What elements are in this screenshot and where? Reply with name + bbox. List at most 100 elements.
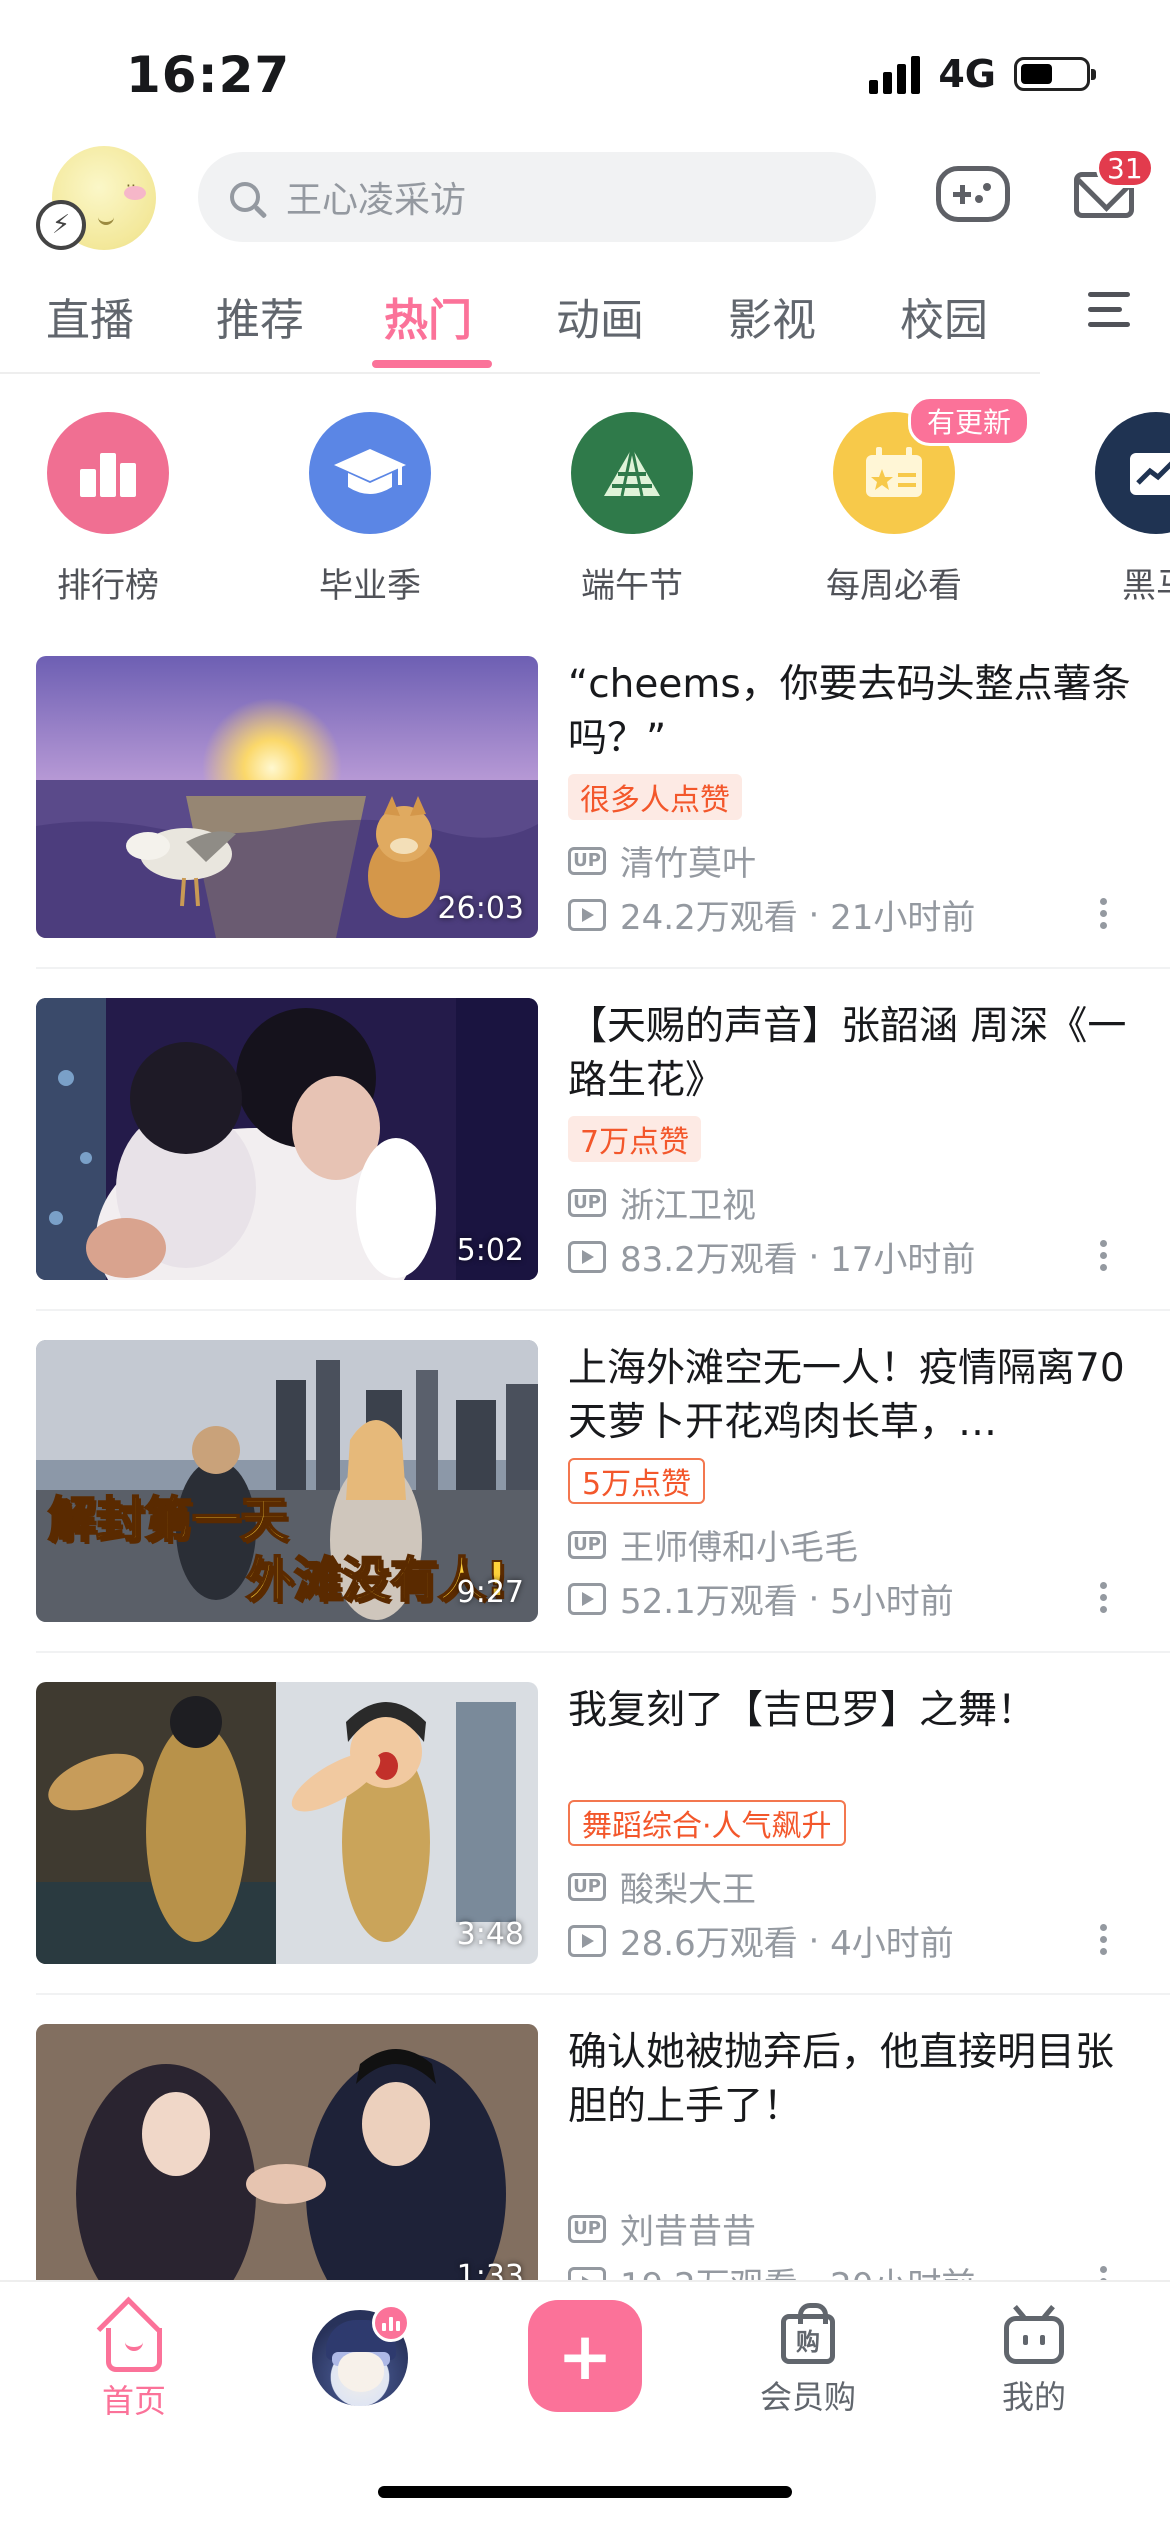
up-icon: UP (568, 1872, 606, 1901)
trending-chart-icon (1095, 412, 1170, 534)
nav-home[interactable]: 首页 (54, 2296, 214, 2422)
publish-time: 21小时前 (830, 898, 976, 938)
live-indicator-icon (372, 2304, 410, 2342)
play-count-icon (568, 1582, 606, 1615)
more-options-icon[interactable] (1100, 1240, 1108, 1276)
card-divider (36, 967, 1170, 969)
nav-home-label: 首页 (101, 2382, 166, 2420)
video-card[interactable]: 解封第一天 外滩没有人! 9:27 上海外滩空无一人！疫情隔离70天萝卜开花鸡肉… (0, 1340, 1170, 1680)
video-stats: 24.2万观看 · 21小时前 (568, 890, 975, 939)
view-count: 83.2万观看 (620, 1240, 798, 1280)
more-options-icon[interactable] (1100, 1924, 1108, 1960)
entry-label: 端午节 (581, 566, 683, 606)
uploader-name: 浙江卫视 (620, 1186, 756, 1226)
card-divider (36, 1993, 1170, 1995)
entry-label: 毕业季 (319, 566, 421, 606)
view-count: 28.6万观看 (620, 1924, 798, 1964)
more-options-icon[interactable] (1100, 898, 1108, 934)
video-duration: 3:48 (456, 1917, 524, 1952)
stats-separator: · (797, 1920, 831, 1961)
entry-graduation[interactable]: 毕业季 (270, 412, 470, 607)
video-tag: 舞蹈综合·人气飙升 (568, 1800, 846, 1846)
video-stats: 52.1万观看 · 5小时前 (568, 1574, 954, 1623)
stats-separator: · (797, 1236, 831, 1277)
tab-recommend[interactable]: 推荐 (216, 284, 304, 348)
video-title[interactable]: 上海外滩空无一人！疫情隔离70天萝卜开花鸡肉长草，… (568, 1342, 1136, 1450)
nav-mine-label: 我的 (1001, 2378, 1066, 2416)
tab-anime[interactable]: 动画 (556, 284, 644, 348)
card-divider (36, 1651, 1170, 1653)
video-stats: 28.6万观看 · 4小时前 (568, 1916, 954, 1965)
search-bar[interactable]: 王心凌采访 (198, 152, 876, 242)
play-count-icon (568, 898, 606, 931)
tabs-divider (0, 372, 1040, 374)
uploader-row[interactable]: UP 刘昔昔昔 (568, 2204, 756, 2253)
publish-time: 4小时前 (830, 1924, 954, 1964)
channel-tabs: 直播 推荐 热门 动画 影视 校园 (0, 270, 1040, 370)
video-thumbnail[interactable]: 1:33 (36, 2024, 538, 2306)
game-center-icon[interactable] (936, 166, 1010, 222)
video-card[interactable]: 3:48 我复刻了【吉巴罗】之舞！ 舞蹈综合·人气飙升 UP 酸梨大王 28.6… (0, 1682, 1170, 2022)
nav-mine[interactable]: 我的 (954, 2302, 1114, 2418)
battery-icon (1014, 57, 1096, 91)
video-thumbnail[interactable]: 26:03 (36, 656, 538, 938)
entry-label: 黑马 (1122, 566, 1170, 606)
shopping-bag-icon: 购 (781, 2303, 835, 2364)
uploader-row[interactable]: UP 酸梨大王 (568, 1862, 756, 1911)
uploader-name: 酸梨大王 (620, 1870, 756, 1910)
nav-vip-shop[interactable]: 购 会员购 (728, 2302, 888, 2418)
flash-badge-icon: ⚡ (36, 200, 86, 250)
video-tag: 很多人点赞 (568, 774, 742, 820)
entry-label: 排行榜 (57, 566, 159, 606)
tab-live[interactable]: 直播 (46, 284, 134, 348)
ranking-icon (47, 412, 169, 534)
signal-icon (869, 54, 921, 94)
entry-ranking[interactable]: 排行榜 (8, 412, 208, 607)
video-tag: 7万点赞 (568, 1116, 702, 1162)
publish-button[interactable]: + (528, 2300, 642, 2412)
video-title[interactable]: “cheems，你要去码头整点薯条吗？” (568, 658, 1136, 766)
entry-dragon-boat[interactable]: 端午节 (532, 412, 732, 607)
view-count: 52.1万观看 (620, 1582, 798, 1622)
card-divider (36, 1309, 1170, 1311)
active-tab-indicator (372, 360, 492, 368)
video-duration: 5:02 (456, 1233, 524, 1268)
uploader-row[interactable]: UP 王师傅和小毛毛 (568, 1520, 858, 1569)
publish-time: 17小时前 (830, 1240, 976, 1280)
message-count-badge: 31 (1096, 148, 1154, 188)
video-card[interactable]: 26:03 “cheems，你要去码头整点薯条吗？” 很多人点赞 UP 清竹莫叶… (0, 656, 1170, 996)
tab-hot[interactable]: 热门 (384, 284, 472, 348)
tv-icon (1004, 2316, 1064, 2364)
up-icon: UP (568, 846, 606, 875)
nav-shop-label: 会员购 (759, 2378, 856, 2416)
uploader-row[interactable]: UP 浙江卫视 (568, 1178, 756, 1227)
uploader-name: 清竹莫叶 (620, 844, 756, 884)
video-duration: 26:03 (437, 891, 524, 926)
video-title[interactable]: 确认她被抛弃后，他直接明目张胆的上手了！ (568, 2026, 1136, 2134)
video-thumbnail[interactable]: 5:02 (36, 998, 538, 1280)
menu-icon[interactable] (1088, 292, 1130, 337)
tab-campus[interactable]: 校园 (900, 284, 988, 348)
video-stats: 83.2万观看 · 17小时前 (568, 1232, 975, 1281)
up-icon: UP (568, 2214, 606, 2243)
home-indicator (378, 2486, 792, 2498)
search-icon (230, 182, 260, 212)
tab-film[interactable]: 影视 (728, 284, 816, 348)
view-count: 24.2万观看 (620, 898, 798, 938)
video-card[interactable]: 5:02 【天赐的声音】张韶涵 周深《一路生花》 7万点赞 UP 浙江卫视 83… (0, 998, 1170, 1338)
status-time: 16:27 (126, 46, 291, 104)
video-title[interactable]: 【天赐的声音】张韶涵 周深《一路生花》 (568, 1000, 1136, 1108)
entry-label: 每周必看 (826, 566, 962, 606)
entry-dark-horse[interactable]: 黑马 (1056, 412, 1170, 607)
uploader-row[interactable]: UP 清竹莫叶 (568, 836, 756, 885)
stats-separator: · (797, 894, 831, 935)
video-thumbnail[interactable]: 解封第一天 外滩没有人! 9:27 (36, 1340, 538, 1622)
home-icon (54, 2296, 214, 2372)
more-options-icon[interactable] (1100, 1582, 1108, 1618)
video-title[interactable]: 我复刻了【吉巴罗】之舞！ (568, 1684, 1136, 1738)
stats-separator: · (797, 1578, 831, 1619)
uploader-name: 刘昔昔昔 (620, 2212, 756, 2252)
up-icon: UP (568, 1530, 606, 1559)
video-thumbnail[interactable]: 3:48 (36, 1682, 538, 1964)
network-type: 4G (938, 52, 996, 96)
